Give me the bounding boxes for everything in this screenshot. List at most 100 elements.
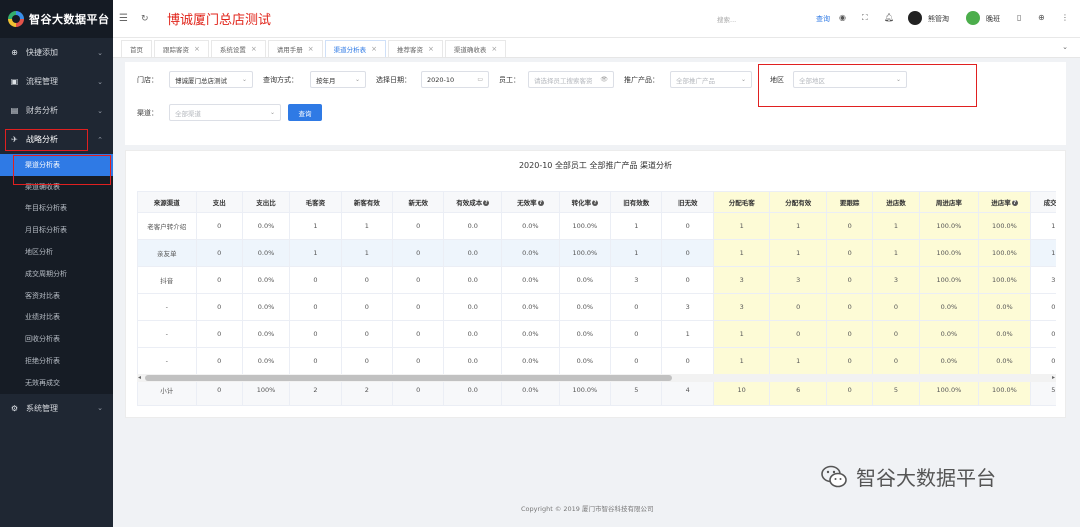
chevron-down-icon: ⌄ (97, 404, 103, 413)
table-cell: 1 (712, 347, 771, 375)
tab-channel-confirm[interactable]: 渠道确收表 × (444, 40, 507, 57)
sidebar-item-performance-compare[interactable]: 业绩对比表 (0, 307, 113, 329)
horizontal-scrollbar[interactable]: ◂ ▸ (137, 374, 1056, 382)
close-icon[interactable]: × (428, 45, 434, 53)
table-cell: 1 (340, 212, 394, 240)
tab-label: 跟踪客资 (163, 46, 189, 54)
staff-placeholder: 请选择员工搜索客资 (534, 76, 593, 85)
sidebar-item-recovery[interactable]: 回收分析表 (0, 328, 113, 350)
table-header-row: 来源渠道 支出 支出比 毛客资 新客有效 新无效 有效成本? 无效率? 转化率?… (137, 191, 1056, 213)
tab-settings[interactable]: 系统设置 × (210, 40, 266, 57)
question-icon[interactable]: ? (537, 200, 544, 206)
status-avatar[interactable] (966, 11, 980, 25)
table-cell: 1 (712, 212, 771, 240)
menu-process[interactable]: ▣ 流程管理 ⌄ (0, 67, 113, 96)
table-cell: 0 (872, 347, 920, 375)
table-cell: 0 (392, 347, 445, 375)
chevron-down-icon: ⌄ (97, 48, 103, 57)
scroll-left-icon[interactable]: ◂ (138, 374, 141, 381)
more-icon[interactable]: ⋮ (1061, 13, 1069, 22)
col-header: 旧有效数 (610, 191, 663, 213)
store-select[interactable]: 博诚厦门总店测试 ⌄ (169, 71, 253, 88)
finance-icon: ▤ (10, 106, 19, 115)
table-cell: 0 (392, 212, 445, 240)
sidebar-item-year-target[interactable]: 年目标分析表 (0, 198, 113, 220)
table-cell: 0 (340, 266, 394, 294)
sidebar-item-label: 客资对比表 (25, 291, 60, 300)
mode-select[interactable]: 按年月 ⌄ (310, 71, 366, 88)
scroll-right-icon[interactable]: ▸ (1052, 374, 1055, 381)
staff-input[interactable]: 请选择员工搜索客资 👁︎ (528, 71, 614, 88)
question-icon[interactable]: ? (483, 200, 490, 206)
table-cell: 0 (195, 293, 243, 321)
table-cell: 1 (872, 239, 920, 267)
user-name[interactable]: 熊管淘 (928, 14, 949, 24)
date-label: 选择日期： (376, 76, 411, 84)
sidebar-item-label: 地区分析 (25, 248, 53, 257)
menu-toggle-icon[interactable]: ☰ (119, 13, 133, 24)
channel-select[interactable]: 全部渠道 ⌄ (169, 104, 281, 121)
sidebar-item-channel-analysis[interactable]: 渠道分析表 (0, 154, 113, 185)
scroll-thumb[interactable] (145, 375, 672, 381)
table-cell: 0.0% (918, 293, 980, 321)
table-cell: 0 (392, 266, 445, 294)
target-icon[interactable]: ◉ (839, 13, 846, 22)
menu-label: 流程管理 (26, 77, 58, 86)
chevron-down-icon: ⌄ (241, 76, 247, 83)
search-button[interactable]: 查询 (816, 14, 830, 24)
table-cell: 0 (195, 347, 243, 375)
sidebar-item-deal-cycle[interactable]: 成交周期分析 (0, 263, 113, 285)
tab-follow-clients[interactable]: 跟踪客资 × (154, 40, 209, 57)
menu-strategy[interactable]: ✈ 战略分析 ⌃ (0, 125, 113, 154)
refresh-icon[interactable]: ↻ (141, 14, 153, 24)
avatar[interactable] (908, 11, 922, 25)
menu-finance[interactable]: ▤ 财务分析 ⌄ (0, 96, 113, 125)
close-icon[interactable]: × (194, 45, 200, 53)
table-cell: 0 (826, 293, 874, 321)
date-picker[interactable]: 2020-10 ▭ (421, 71, 489, 88)
tab-label: 推荐客资 (397, 46, 423, 54)
col-header: 成交数 (1029, 191, 1056, 213)
close-icon[interactable]: × (371, 45, 377, 53)
sidebar-item-reject[interactable]: 拒绝分析表 (0, 350, 113, 372)
shift-label[interactable]: 晚班 (986, 14, 1000, 24)
staff-label: 员工： (499, 76, 520, 84)
eye-icon: 👁︎ (600, 76, 608, 83)
sidebar-item-label: 年目标分析表 (25, 204, 67, 213)
fullscreen-icon[interactable]: ⛶ (862, 13, 868, 23)
close-icon[interactable]: × (308, 45, 314, 53)
product-select[interactable]: 全部推广产品 ⌄ (670, 71, 752, 88)
globe-icon[interactable]: ⊕ (1038, 13, 1045, 22)
search-input[interactable]: 搜索... (717, 14, 736, 24)
table-row: 亲友单 0 0.0% 1 1 0 0.0 0.0% 100.0% 1 0 1 1 0 1 100.0% 100.… (137, 239, 1056, 267)
question-icon[interactable]: ? (592, 200, 599, 206)
tab-manual[interactable]: 请用手册 × (267, 40, 323, 57)
col-header-with-hint: 转化率? (558, 191, 612, 213)
menu-quick-add[interactable]: ⊕ 快捷添加 ⌄ (0, 38, 113, 67)
sidebar-item-client-compare[interactable]: 客资对比表 (0, 285, 113, 307)
close-icon[interactable]: × (251, 45, 257, 53)
logo[interactable]: 智谷大数据平台 (0, 0, 113, 38)
chevron-down-icon[interactable]: ⌄ (1062, 43, 1068, 51)
table-cell: 0.0% (978, 293, 1031, 321)
close-icon[interactable]: × (491, 45, 497, 53)
tab-channel-analysis[interactable]: 渠道分析表 × (324, 40, 386, 57)
tab-recommend-clients[interactable]: 推荐客资 × (388, 40, 443, 57)
table-cell: 100.0% (918, 266, 980, 294)
query-button[interactable]: 查询 (288, 104, 322, 121)
table-cell: 0 (826, 266, 874, 294)
col-header: 新客有效 (340, 191, 394, 213)
menu-system[interactable]: ⚙ 系统管理 ⌄ (0, 394, 113, 423)
sidebar-item-region[interactable]: 地区分析 (0, 241, 113, 263)
watermark-text: 智谷大数据平台 (856, 466, 996, 490)
tab-home[interactable]: 首页 (121, 40, 152, 57)
question-icon[interactable]: ? (1011, 200, 1018, 206)
phone-icon[interactable]: ▯ (1017, 13, 1021, 22)
tab-label: 渠道分析表 (333, 46, 367, 54)
bell-icon[interactable]: 🔔︎ (884, 13, 894, 22)
table-cell: 3 (1029, 266, 1056, 294)
table-cell: 0.0 (443, 347, 503, 375)
table-container[interactable]: 来源渠道 支出 支出比 毛客资 新客有效 新无效 有效成本? 无效率? 转化率?… (137, 191, 1056, 409)
sidebar-item-month-target[interactable]: 月目标分析表 (0, 219, 113, 241)
sidebar-item-invalid-redeal[interactable]: 无效再成交 (0, 372, 113, 394)
